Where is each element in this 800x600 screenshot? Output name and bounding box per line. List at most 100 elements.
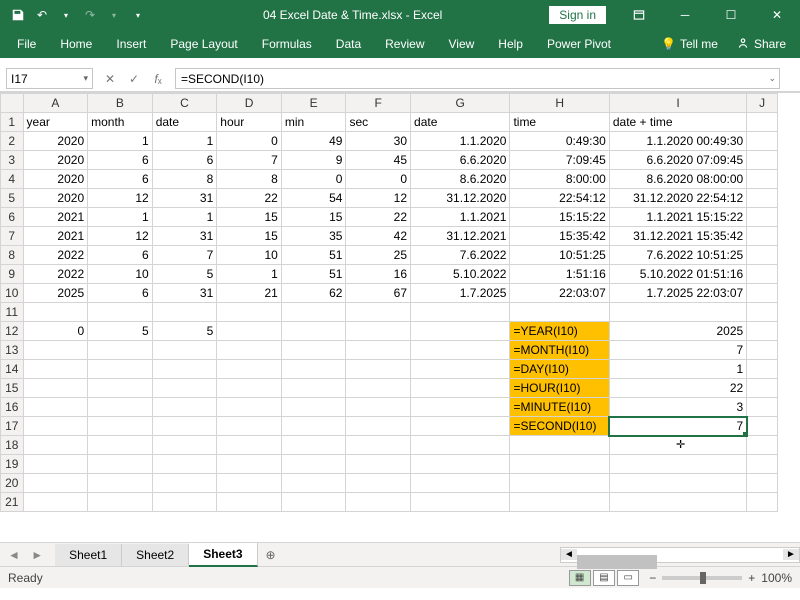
cell[interactable] <box>217 455 282 474</box>
cell[interactable] <box>23 474 88 493</box>
col-header-I[interactable]: I <box>609 94 746 113</box>
cell[interactable] <box>23 379 88 398</box>
cell[interactable] <box>88 417 153 436</box>
cell[interactable] <box>23 455 88 474</box>
cell[interactable]: 22:54:12 <box>510 189 609 208</box>
cell[interactable] <box>609 455 746 474</box>
sheet-nav-arrows[interactable]: ◄ ► <box>0 548 55 562</box>
cell[interactable]: 1.7.2025 <box>411 284 510 303</box>
cell[interactable] <box>152 436 217 455</box>
normal-view-icon[interactable]: ▦ <box>569 570 591 586</box>
cell[interactable]: 31.12.2020 <box>411 189 510 208</box>
cell[interactable] <box>281 341 346 360</box>
row-header[interactable]: 18 <box>1 436 24 455</box>
row-header[interactable]: 8 <box>1 246 24 265</box>
cell[interactable] <box>411 436 510 455</box>
cell[interactable]: 6 <box>88 151 153 170</box>
cell[interactable] <box>747 455 778 474</box>
cell[interactable] <box>23 360 88 379</box>
cell[interactable] <box>747 113 778 132</box>
cell[interactable]: =SECOND(I10) <box>510 417 609 436</box>
cell[interactable]: 5.10.2022 01:51:16 <box>609 265 746 284</box>
cell[interactable]: 0 <box>217 132 282 151</box>
cell[interactable] <box>346 493 411 512</box>
cell[interactable] <box>346 360 411 379</box>
row-header[interactable]: 5 <box>1 189 24 208</box>
cell[interactable]: 22 <box>346 208 411 227</box>
enter-formula-icon[interactable]: ✓ <box>123 68 145 89</box>
scroll-left-icon[interactable]: ◄ <box>561 549 577 560</box>
cell[interactable] <box>747 227 778 246</box>
redo-dropdown-icon[interactable]: ▾ <box>104 5 124 25</box>
col-header-C[interactable]: C <box>152 94 217 113</box>
cell[interactable] <box>609 474 746 493</box>
cell[interactable] <box>346 417 411 436</box>
cell[interactable] <box>88 436 153 455</box>
cell[interactable]: 12 <box>346 189 411 208</box>
cell[interactable] <box>346 303 411 322</box>
cell[interactable]: 67 <box>346 284 411 303</box>
cell[interactable] <box>281 303 346 322</box>
cell[interactable] <box>510 436 609 455</box>
undo-icon[interactable]: ↶ <box>32 5 52 25</box>
tab-formulas[interactable]: Formulas <box>251 32 323 56</box>
cell[interactable] <box>281 474 346 493</box>
tab-review[interactable]: Review <box>374 32 435 56</box>
cell[interactable] <box>23 417 88 436</box>
cell[interactable]: 5 <box>88 322 153 341</box>
qat-customize-icon[interactable]: ▾ <box>128 5 148 25</box>
zoom-slider[interactable] <box>662 576 742 580</box>
cell[interactable]: 6.6.2020 07:09:45 <box>609 151 746 170</box>
row-header[interactable]: 3 <box>1 151 24 170</box>
cell[interactable] <box>411 379 510 398</box>
row-header[interactable]: 21 <box>1 493 24 512</box>
cell[interactable] <box>747 436 778 455</box>
cell[interactable] <box>510 455 609 474</box>
cell[interactable]: date <box>152 113 217 132</box>
cell[interactable] <box>217 398 282 417</box>
cell[interactable] <box>23 493 88 512</box>
col-header-E[interactable]: E <box>281 94 346 113</box>
cell[interactable]: 12 <box>88 189 153 208</box>
cell[interactable]: 5.10.2022 <box>411 265 510 284</box>
cell[interactable]: month <box>88 113 153 132</box>
cell[interactable]: date <box>411 113 510 132</box>
cell[interactable]: 42 <box>346 227 411 246</box>
spreadsheet-grid[interactable]: A B C D E F G H I J 1 year month date ho… <box>0 92 800 542</box>
expand-formula-bar-icon[interactable]: ⌄ <box>768 73 776 84</box>
cell[interactable]: 5 <box>152 322 217 341</box>
cell[interactable] <box>152 474 217 493</box>
cell[interactable] <box>747 360 778 379</box>
cell[interactable] <box>281 493 346 512</box>
cell[interactable] <box>346 436 411 455</box>
cell[interactable]: 3 <box>609 398 746 417</box>
cell[interactable]: 31.12.2020 22:54:12 <box>609 189 746 208</box>
cell[interactable] <box>747 341 778 360</box>
cell[interactable]: 1 <box>217 265 282 284</box>
cell[interactable]: 25 <box>346 246 411 265</box>
cell[interactable]: 62 <box>281 284 346 303</box>
cell[interactable]: 15 <box>217 227 282 246</box>
zoom-value[interactable]: 100% <box>761 571 792 585</box>
zoom-in-icon[interactable]: + <box>748 571 755 585</box>
cell[interactable] <box>510 474 609 493</box>
cell[interactable]: 54 <box>281 189 346 208</box>
row-header[interactable]: 1 <box>1 113 24 132</box>
cell[interactable] <box>609 493 746 512</box>
cell[interactable] <box>88 455 153 474</box>
row-header[interactable]: 20 <box>1 474 24 493</box>
cell[interactable]: 8.6.2020 <box>411 170 510 189</box>
cell[interactable]: 7 <box>152 246 217 265</box>
cell[interactable]: 30 <box>346 132 411 151</box>
cell[interactable]: 6 <box>152 151 217 170</box>
cell[interactable]: 31 <box>152 189 217 208</box>
cell[interactable] <box>747 474 778 493</box>
cell[interactable]: 8:00:00 <box>510 170 609 189</box>
cell[interactable] <box>747 208 778 227</box>
name-box[interactable]: I17 ▾ <box>6 68 93 89</box>
cell[interactable] <box>152 398 217 417</box>
cell[interactable]: 1.7.2025 22:03:07 <box>609 284 746 303</box>
cell[interactable] <box>346 379 411 398</box>
cell[interactable] <box>747 132 778 151</box>
tab-help[interactable]: Help <box>487 32 534 56</box>
